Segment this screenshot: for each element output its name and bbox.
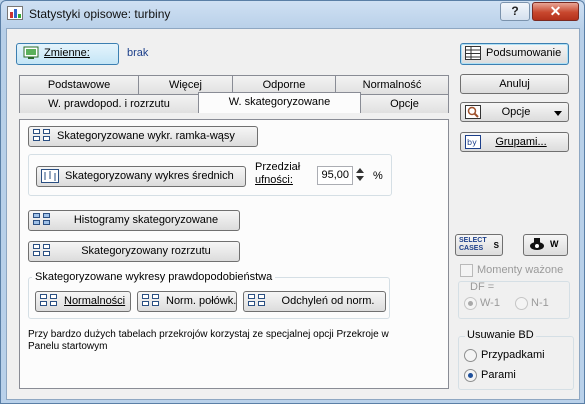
variables-value: brak [127,47,149,59]
df-w-minus-1-radio[interactable] [464,297,477,310]
select-cases-s: S [493,241,499,250]
df-w-minus-1-label: W-1 [480,297,500,309]
by-groups-label: Grupami... [495,136,547,148]
moments-weighted-label: Momenty ważone [477,264,564,276]
normal-probability-button[interactable]: Normalności [35,291,131,312]
tab-opcje[interactable]: Opcje [360,94,449,113]
categorized-boxplot-label: Skategoryzowane wykr. ramka-wąsy [57,130,235,142]
df-label: DF = [470,281,495,293]
weight-icon [529,237,545,251]
df-n-minus-1-radio[interactable] [515,297,528,310]
help-button[interactable]: ? [500,2,530,21]
probability-plots-group-label: Skategoryzowane wykresy prawdopodobieńst… [32,271,276,283]
statistics-app-icon [7,6,23,20]
missing-data-label: Usuwanie BD [465,329,536,341]
detrended-normal-button[interactable]: Odchyleń od norm. [243,291,386,312]
variables-button[interactable]: Zmienne: [16,43,119,65]
dropdown-arrow-icon [554,111,562,116]
by-groups-icon: by [465,135,481,150]
confidence-interval-spinner[interactable] [354,166,365,185]
options-button-label: Opcje [501,106,531,118]
histogram-grid-icon [33,213,51,227]
tab-podstawowe[interactable]: Podstawowe [19,75,139,94]
categorized-means-plot-button[interactable]: Skategoryzowany wykres średnich [36,166,246,187]
df-n-minus-1-label: N-1 [531,297,549,309]
svg-text:by: by [467,138,477,147]
tab-panel-skategoryzowane: Skategoryzowane wykr. ramka-wąsy Skatego… [19,119,449,389]
casewise-deletion-radio[interactable] [464,349,477,362]
summary-button-label: Podsumowanie [486,47,562,59]
select-cases-button[interactable]: SELECT CASES S [455,234,503,256]
pairwise-deletion-radio[interactable] [464,369,477,382]
title-bar[interactable]: Statystyki opisowe: turbiny ? ✕ [1,1,584,27]
spin-up-icon[interactable] [355,168,364,173]
weight-w-label: W [550,239,559,249]
scatter-grid-icon [33,244,51,258]
summary-table-icon [465,46,481,61]
moments-weighted-checkbox[interactable] [460,264,473,277]
options-button[interactable]: Opcje [460,102,569,122]
tab-prawdopodobienstwo-rozrzut[interactable]: W. prawdopod. i rozrzutu [19,94,199,113]
summary-button[interactable]: Podsumowanie [460,43,569,65]
tab-skategoryzowane[interactable]: W. skategoryzowane [198,92,361,113]
pairwise-deletion-label: Parami [481,369,516,381]
window-title: Statystyki opisowe: turbiny [29,7,171,21]
case-weights-button[interactable]: W [523,234,568,256]
options-magnifier-icon [465,105,481,120]
means-plot-icon [41,169,59,184]
categorized-boxplot-button[interactable]: Skategoryzowane wykr. ramka-wąsy [28,126,258,147]
casewise-deletion-label: Przypadkami [481,349,545,361]
confidence-interval-unit: % [373,170,383,182]
spin-down-icon[interactable] [355,176,364,181]
dialog-window: Statystyki opisowe: turbiny ? ✕ Zmienne:… [0,0,585,404]
categorized-scatterplot-label: Skategoryzowany rozrzutu [81,245,211,257]
categorized-histograms-button[interactable]: Histogramy skategoryzowane [28,210,240,231]
by-groups-button[interactable]: by Grupami... [460,132,569,152]
confidence-interval-label-2: ufności: [255,174,293,186]
variables-button-label: Zmienne: [44,47,90,59]
close-button[interactable]: ✕ [532,2,579,21]
missing-data-group [458,336,574,390]
dialog-client-area: Zmienne: brak Podstawowe Więcej Odporne … [6,28,580,400]
variables-icon [23,46,39,60]
categorized-means-plot-label: Skategoryzowany wykres średnich [65,170,234,182]
confidence-interval-input[interactable]: 95,00 [317,166,353,185]
confidence-interval-label: Przedział [255,161,301,173]
normal-probability-label: Normalności [64,295,126,307]
categorized-scatterplot-button[interactable]: Skategoryzowany rozrzutu [28,241,240,262]
cancel-button[interactable]: Anuluj [460,74,569,94]
detrended-normal-label: Odchyleń od norm. [281,295,375,307]
half-normal-label: Norm. połówk. [166,295,237,307]
normal-plot-icon [40,294,58,308]
categorized-histograms-label: Histogramy skategoryzowane [73,214,219,226]
half-normal-button[interactable]: Norm. połówk. [137,291,237,312]
crosstab-note: Przy bardzo dużych tabelach przekrojów k… [28,329,389,352]
half-normal-icon [142,294,160,308]
detrended-icon [248,294,266,308]
boxplot-icon [33,129,51,143]
